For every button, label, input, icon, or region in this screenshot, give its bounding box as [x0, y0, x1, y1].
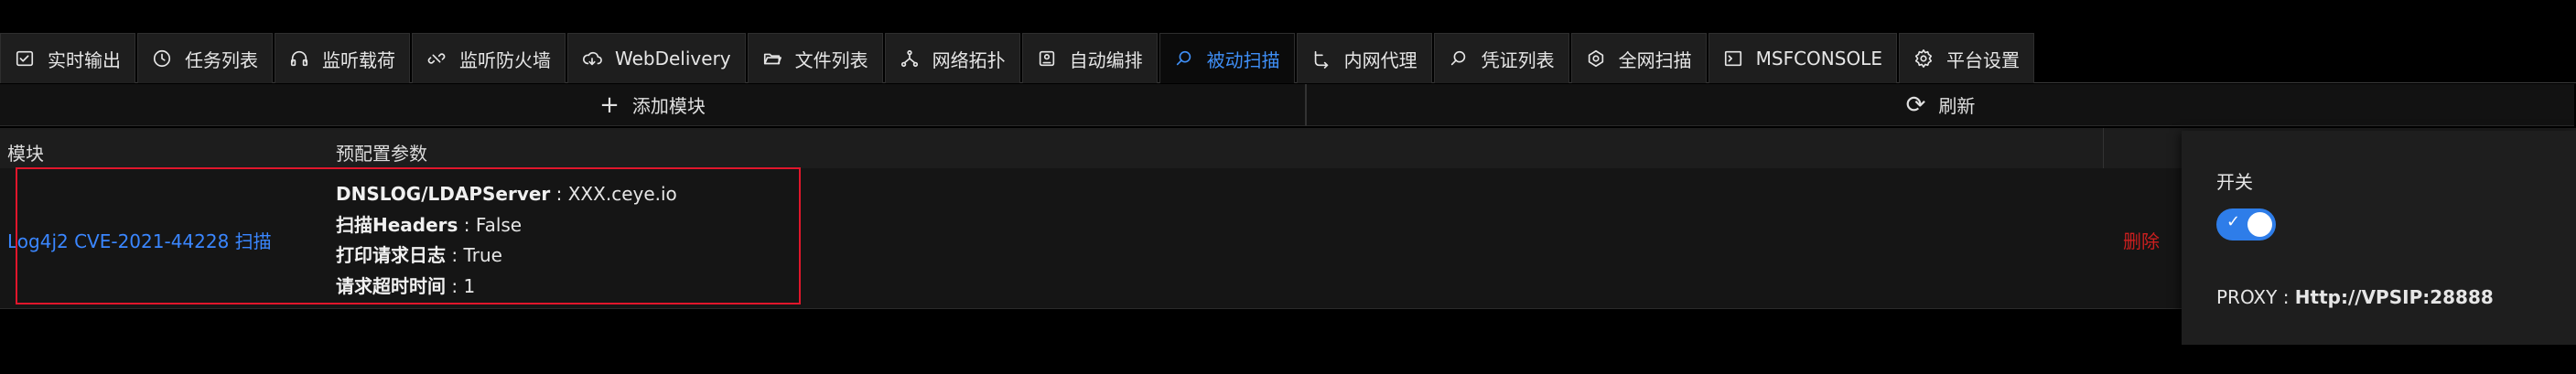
tab-label: 自动编排	[1069, 48, 1143, 71]
param-value: : XXX.ceye.io	[550, 183, 677, 205]
refresh-button[interactable]: ⟳ 刷新	[1307, 84, 2574, 126]
tab-label: 内网代理	[1343, 48, 1417, 71]
params-list: DNSLOG/LDAPServer : XXX.ceye.io 扫描Header…	[336, 179, 677, 302]
link-broken-icon	[426, 48, 447, 69]
robot-icon	[1037, 48, 1057, 69]
tab-intranet-proxy[interactable]: 内网代理	[1296, 33, 1432, 83]
tab-label: 文件列表	[794, 48, 868, 71]
tab-task-list[interactable]: 任务列表	[137, 33, 273, 83]
tab-network-topology[interactable]: 网络拓扑	[884, 33, 1020, 83]
proxy-info: PROXY : Http://VPSIP:28888	[2216, 286, 2494, 308]
param-key: 打印请求日志	[336, 244, 446, 266]
param-item: 打印请求日志 : True	[336, 240, 677, 272]
tab-label: 监听载荷	[322, 48, 395, 71]
tab-label: MSFCONSOLE	[1755, 48, 1882, 69]
tab-msfconsole[interactable]: MSFCONSOLE	[1708, 33, 1897, 83]
tab-label: 平台设置	[1945, 48, 2020, 71]
tab-label: 网络拓扑	[932, 48, 1006, 71]
tab-label: 任务列表	[185, 48, 258, 71]
proxy-label: PROXY :	[2216, 286, 2295, 308]
delete-button[interactable]: 删除	[2123, 227, 2160, 253]
tab-label: WebDelivery	[615, 48, 731, 69]
switch-popover: 开关 ✓ PROXY : Http://VPSIP:28888	[2182, 131, 2576, 345]
tab-listen-firewall[interactable]: 监听防火墙	[412, 33, 566, 83]
refresh-label: 刷新	[1938, 95, 1976, 117]
terminal-icon	[1723, 48, 1743, 69]
param-item: 扫描Headers : False	[336, 210, 677, 241]
module-name-link[interactable]: Log4j2 CVE-2021-44228 扫描	[7, 227, 272, 253]
param-key: 扫描Headers	[336, 213, 458, 236]
tab-bar: 实时输出 任务列表 监听载荷 监听防火墙 WebDelivery 文件列表 网络…	[0, 33, 2576, 83]
column-header-module: 模块	[7, 143, 44, 165]
enable-toggle[interactable]: ✓	[2216, 208, 2276, 240]
tab-listen-payload[interactable]: 监听载荷	[275, 33, 410, 83]
tab-credential-list[interactable]: 凭证列表	[1433, 33, 1569, 83]
search-icon	[1174, 48, 1194, 69]
output-icon	[15, 48, 35, 69]
search-icon	[1449, 48, 1469, 69]
param-value: : True	[446, 244, 502, 266]
tab-webdelivery[interactable]: WebDelivery	[567, 33, 746, 83]
tab-label: 实时输出	[48, 48, 121, 71]
network-icon	[900, 48, 920, 69]
folder-open-icon	[762, 48, 782, 69]
radar-icon	[1586, 48, 1606, 69]
add-module-button[interactable]: + 添加模块	[0, 84, 1307, 126]
param-item: DNSLOG/LDAPServer : XXX.ceye.io	[336, 179, 677, 210]
check-icon: ✓	[2226, 212, 2241, 231]
refresh-icon: ⟳	[1905, 91, 1926, 119]
clock-icon	[152, 48, 172, 69]
cloud-download-icon	[582, 48, 602, 69]
tab-label: 全网扫描	[1618, 48, 1692, 71]
tab-file-list[interactable]: 文件列表	[747, 33, 883, 83]
tab-label: 监听防火墙	[459, 48, 551, 71]
param-value: : 1	[446, 274, 476, 297]
param-key: DNSLOG/LDAPServer	[336, 183, 551, 205]
action-bar: + 添加模块 ⟳ 刷新	[0, 84, 2576, 126]
tab-auto-orchestration[interactable]: 自动编排	[1021, 33, 1158, 83]
tab-label: 被动扫描	[1206, 48, 1280, 71]
tab-platform-settings[interactable]: 平台设置	[1898, 33, 2034, 83]
column-divider	[2103, 128, 2104, 168]
route-icon	[1311, 48, 1331, 69]
tab-label: 凭证列表	[1481, 48, 1555, 71]
tab-passive-scan[interactable]: 被动扫描	[1159, 33, 1295, 83]
plus-icon: +	[599, 91, 620, 119]
param-value: : False	[458, 213, 523, 236]
add-module-label: 添加模块	[631, 95, 706, 117]
headphones-icon	[289, 48, 309, 69]
switch-label: 开关	[2216, 171, 2253, 193]
param-item: 请求超时时间 : 1	[336, 272, 677, 303]
tab-realtime-output[interactable]: 实时输出	[0, 33, 135, 83]
toggle-knob	[2247, 212, 2272, 237]
column-header-params: 预配置参数	[336, 143, 427, 165]
param-key: 请求超时时间	[336, 274, 446, 297]
proxy-value: Http://VPSIP:28888	[2294, 286, 2494, 308]
tab-global-scan[interactable]: 全网扫描	[1570, 33, 1707, 83]
gear-icon	[1913, 48, 1934, 69]
